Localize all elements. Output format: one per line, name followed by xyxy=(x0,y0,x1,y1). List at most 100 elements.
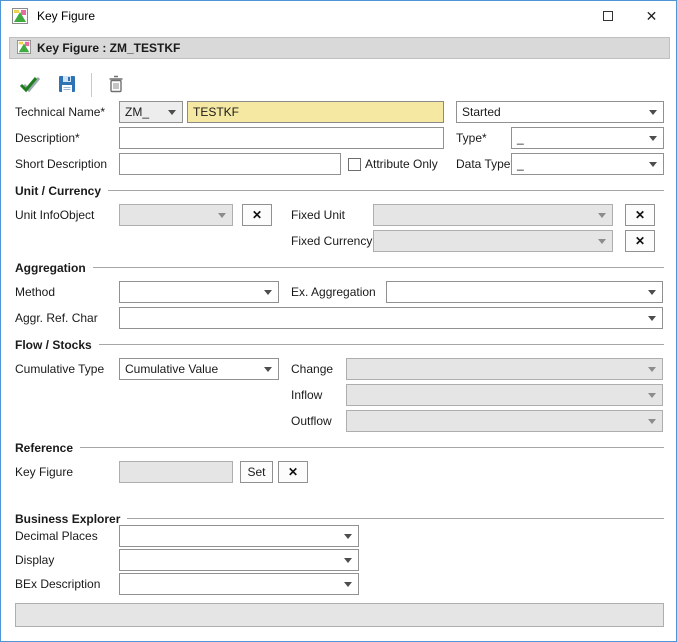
ex-aggregation-label: Ex. Aggregation xyxy=(291,281,376,303)
section-aggregation: Aggregation xyxy=(15,260,664,275)
chevron-down-icon xyxy=(649,110,657,115)
fixed-unit-combo xyxy=(373,204,613,226)
window-title: Key Figure xyxy=(37,1,95,31)
section-aggregation-title: Aggregation xyxy=(15,261,86,275)
save-button[interactable] xyxy=(51,71,83,99)
attribute-only-checkbox[interactable] xyxy=(348,158,361,171)
short-description-label: Short Description xyxy=(15,153,107,175)
decimal-places-label: Decimal Places xyxy=(15,525,98,547)
status-value: Started xyxy=(457,102,663,122)
activate-check-icon xyxy=(18,74,40,97)
ex-aggregation-combo[interactable] xyxy=(386,281,663,303)
chevron-down-icon xyxy=(598,213,606,218)
section-flow-stocks-title: Flow / Stocks xyxy=(15,338,92,352)
chevron-down-icon xyxy=(344,558,352,563)
technical-name-label: Technical Name* xyxy=(15,101,105,123)
unit-infoobject-label: Unit InfoObject xyxy=(15,204,94,226)
toolbar-separator xyxy=(91,73,92,97)
trash-icon xyxy=(108,75,124,96)
section-flow-stocks: Flow / Stocks xyxy=(15,337,664,352)
maximize-button[interactable] xyxy=(585,1,630,31)
object-header-title: Key Figure : ZM_TESTKF xyxy=(37,41,180,55)
key-figure-field xyxy=(119,461,233,483)
attribute-only-label: Attribute Only xyxy=(365,153,438,175)
short-description-input[interactable] xyxy=(119,153,341,175)
method-label: Method xyxy=(15,281,55,303)
data-type-label: Data Type* xyxy=(456,153,515,175)
data-type-value: _ xyxy=(512,154,663,174)
display-combo[interactable] xyxy=(119,549,359,571)
cumulative-type-label: Cumulative Type xyxy=(15,358,104,380)
unit-infoobject-clear-button[interactable]: ✕ xyxy=(242,204,272,226)
outflow-label: Outflow xyxy=(291,410,332,432)
chevron-down-icon xyxy=(648,290,656,295)
chevron-down-icon xyxy=(649,162,657,167)
chevron-down-icon xyxy=(649,136,657,141)
technical-name-prefix-combo[interactable]: ZM_ xyxy=(119,101,183,123)
close-icon: ✕ xyxy=(646,8,658,25)
bex-description-combo[interactable] xyxy=(119,573,359,595)
outflow-combo xyxy=(346,410,663,432)
clear-icon: ✕ xyxy=(252,208,262,222)
section-rule xyxy=(93,267,664,268)
section-rule xyxy=(127,518,664,519)
fixed-currency-clear-button[interactable]: ✕ xyxy=(625,230,655,252)
save-floppy-icon xyxy=(58,75,76,96)
key-figure-set-button[interactable]: Set xyxy=(240,461,273,483)
section-reference-title: Reference xyxy=(15,441,73,455)
type-value: _ xyxy=(512,128,663,148)
titlebar[interactable]: Key Figure ✕ xyxy=(1,1,676,31)
section-business-explorer-title: Business Explorer xyxy=(15,512,120,526)
key-figure-dialog: Key Figure ✕ Key Figure : ZM_TESTKF xyxy=(0,0,677,642)
data-type-combo[interactable]: _ xyxy=(511,153,664,175)
chevron-down-icon xyxy=(598,239,606,244)
key-figure-label: Key Figure xyxy=(15,461,73,483)
delete-button[interactable] xyxy=(100,71,132,99)
cumulative-type-combo[interactable]: Cumulative Value xyxy=(119,358,279,380)
type-combo[interactable]: _ xyxy=(511,127,664,149)
bex-long-description-field xyxy=(15,603,664,627)
chevron-down-icon xyxy=(648,316,656,321)
chevron-down-icon xyxy=(264,367,272,372)
activate-button[interactable] xyxy=(13,71,45,99)
section-unit-currency-title: Unit / Currency xyxy=(15,184,101,198)
description-label: Description* xyxy=(15,127,80,149)
chevron-down-icon xyxy=(344,534,352,539)
key-figure-icon xyxy=(17,40,31,57)
chevron-down-icon xyxy=(344,582,352,587)
fixed-unit-label: Fixed Unit xyxy=(291,204,345,226)
unit-infoobject-combo xyxy=(119,204,233,226)
status-combo[interactable]: Started xyxy=(456,101,664,123)
section-rule xyxy=(99,344,664,345)
key-figure-clear-button[interactable]: ✕ xyxy=(278,461,308,483)
display-label: Display xyxy=(15,549,54,571)
description-input[interactable] xyxy=(119,127,444,149)
bex-description-label: BEx Description xyxy=(15,573,100,595)
fixed-currency-combo xyxy=(373,230,613,252)
inflow-combo xyxy=(346,384,663,406)
toolbar xyxy=(13,70,138,100)
aggr-ref-char-combo[interactable] xyxy=(119,307,663,329)
technical-name-input[interactable] xyxy=(187,101,444,123)
method-combo[interactable] xyxy=(119,281,279,303)
chevron-down-icon xyxy=(648,419,656,424)
decimal-places-combo[interactable] xyxy=(119,525,359,547)
key-figure-window-icon xyxy=(12,8,28,24)
section-unit-currency: Unit / Currency xyxy=(15,183,664,198)
aggr-ref-char-label: Aggr. Ref. Char xyxy=(15,307,98,329)
chevron-down-icon xyxy=(218,213,226,218)
chevron-down-icon xyxy=(648,367,656,372)
inflow-label: Inflow xyxy=(291,384,322,406)
chevron-down-icon xyxy=(168,110,176,115)
clear-icon: ✕ xyxy=(635,234,645,248)
type-label: Type* xyxy=(456,127,487,149)
close-button[interactable]: ✕ xyxy=(629,1,674,31)
maximize-icon xyxy=(603,11,613,21)
change-combo xyxy=(346,358,663,380)
section-rule xyxy=(80,447,664,448)
fixed-currency-label: Fixed Currency xyxy=(291,230,372,252)
section-business-explorer: Business Explorer xyxy=(15,511,664,526)
object-header: Key Figure : ZM_TESTKF xyxy=(9,37,670,59)
change-label: Change xyxy=(291,358,333,380)
fixed-unit-clear-button[interactable]: ✕ xyxy=(625,204,655,226)
